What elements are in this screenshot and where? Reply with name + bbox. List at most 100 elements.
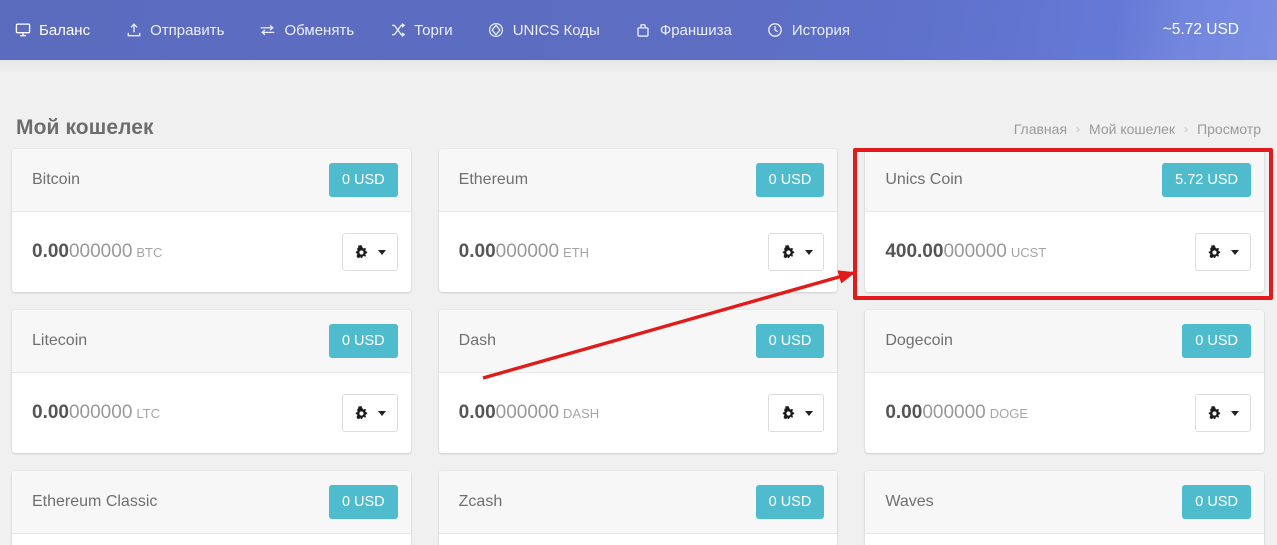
wallet-amount-fraction: 000000: [495, 402, 560, 423]
wallet-amount-whole: 0.00: [32, 241, 69, 262]
wallet-amount: 0.00000000 LTC: [32, 402, 160, 424]
wallet-coin-name: Ethereum: [458, 171, 529, 188]
wallet-ticker: LTC: [136, 406, 160, 421]
chevron-down-icon: [804, 249, 813, 255]
wallet-amount-fraction: 000000: [943, 241, 1007, 262]
wallet-card-zcash[interactable]: Zcash 0 USD 0.00000000ZEC: [438, 471, 838, 545]
wallet-usd-badge[interactable]: 0 USD: [755, 162, 825, 198]
wallet-coin-name: Unics Coin: [885, 171, 963, 188]
wallet-ticker: UCST: [1010, 245, 1047, 260]
breadcrumb-separator: ›: [1076, 122, 1081, 136]
wallet-amount: 400.00000000 UCST: [885, 241, 1046, 263]
nav-item-отправить[interactable]: Отправить: [115, 0, 249, 60]
cogs-icon: [1206, 244, 1224, 261]
upload-icon: [125, 22, 142, 39]
wallet-usd-badge[interactable]: 0 USD: [1182, 484, 1251, 520]
cogs-icon: [780, 244, 798, 261]
chevron-down-icon: [1231, 410, 1240, 416]
wallet-card-unics-coin[interactable]: Unics Coin 5.72 USD 400.00000000 UCST: [865, 149, 1264, 292]
wallet-card-body: 400.00000000 UCST: [865, 212, 1264, 292]
wallet-card-dogecoin[interactable]: Dogecoin 0 USD 0.00000000 DOGE: [865, 310, 1264, 453]
chevron-down-icon: [378, 249, 387, 255]
wallet-coin-name: Bitcoin: [32, 171, 81, 188]
wallet-card-header: Bitcoin 0 USD: [12, 149, 411, 212]
shuffle-icon: [389, 22, 406, 39]
wallet-card-body: 0.00000000 ETH: [439, 212, 838, 292]
wallet-card-body: 0.00000000WAVES: [865, 534, 1264, 545]
wallet-card-header: Unics Coin 5.72 USD: [865, 149, 1264, 212]
exchange-icon: [259, 22, 276, 39]
nav-item-обменять[interactable]: Обменять: [249, 0, 379, 60]
wallet-card-grid: Bitcoin 0 USD 0.00000000 BTC Ethereum 0 USD 0.…: [0, 140, 1277, 545]
nav-item-label: История: [791, 21, 850, 39]
wallet-settings-dropdown-button[interactable]: [768, 233, 825, 271]
wallet-usd-badge[interactable]: 0 USD: [1182, 323, 1251, 359]
nav-total-balance[interactable]: ~5.72 USD: [1118, 0, 1277, 60]
wallet-amount-whole: 0.00: [458, 241, 496, 262]
wallet-card-waves[interactable]: Waves 0 USD 0.00000000WAVES: [865, 471, 1264, 545]
page-content: Мой кошелек Главная › Мой кошелек › Просмотр…: [0, 60, 1277, 545]
top-navigation-bar: Баланс Отправить Обменять Торги UNICS Коды Фр…: [0, 0, 1277, 60]
wallet-amount: 0.00000000 DOGE: [885, 402, 1028, 424]
cogs-icon: [780, 405, 798, 422]
nav-item-label: Баланс: [39, 21, 91, 39]
breadcrumb-item-2: Просмотр: [1197, 121, 1261, 137]
wallet-usd-badge[interactable]: 0 USD: [328, 484, 398, 520]
wallet-card-header: Waves 0 USD: [865, 471, 1264, 534]
wallet-card-header: Litecoin 0 USD: [12, 310, 411, 373]
wallet-usd-badge[interactable]: 0 USD: [755, 323, 825, 359]
nav-item-unics-коды[interactable]: UNICS Коды: [478, 0, 625, 60]
nav-item-торги[interactable]: Торги: [379, 0, 478, 60]
wallet-card-body: 0.00000000 LTC: [12, 373, 411, 453]
wallet-card-bitcoin[interactable]: Bitcoin 0 USD 0.00000000 BTC: [12, 149, 411, 292]
briefcase-icon: [635, 22, 652, 39]
breadcrumb-item-1[interactable]: Мой кошелек: [1089, 121, 1175, 137]
cogs-icon: [353, 405, 371, 422]
wallet-usd-badge[interactable]: 0 USD: [328, 162, 398, 198]
nav-items-container: Баланс Отправить Обменять Торги UNICS Коды Фр…: [0, 0, 875, 60]
nav-item-баланс[interactable]: Баланс: [14, 0, 115, 60]
nav-item-label: Отправить: [150, 21, 225, 39]
wallet-coin-name: Ethereum Classic: [32, 493, 158, 510]
wallet-usd-badge[interactable]: 0 USD: [328, 323, 398, 359]
cogs-icon: [1206, 405, 1224, 422]
wallet-coin-name: Dash: [458, 332, 497, 349]
chevron-down-icon: [378, 410, 387, 416]
clock-icon: [767, 22, 784, 39]
wallet-amount: 0.00000000 DASH: [459, 402, 600, 424]
nav-item-франшиза[interactable]: Франшиза: [625, 0, 757, 60]
wallet-card-ethereum-classic[interactable]: Ethereum Classic 0 USD 0.00000000ETC: [12, 471, 411, 545]
wallet-amount-fraction: 000000: [68, 241, 133, 262]
wallet-ticker: DOGE: [989, 406, 1029, 421]
wallet-card-ethereum[interactable]: Ethereum 0 USD 0.00000000 ETH: [438, 149, 838, 292]
nav-item-история[interactable]: История: [757, 0, 875, 60]
wallet-card-litecoin[interactable]: Litecoin 0 USD 0.00000000 LTC: [12, 310, 411, 453]
wallet-card-dash[interactable]: Dash 0 USD 0.00000000 DASH: [438, 310, 838, 453]
wallet-settings-dropdown-button[interactable]: [1194, 233, 1251, 271]
wallet-card-header: Zcash 0 USD: [438, 471, 838, 534]
wallet-amount-whole: 0.00: [885, 402, 923, 423]
wallet-settings-dropdown-button[interactable]: [341, 394, 398, 432]
wallet-usd-badge[interactable]: 0 USD: [755, 484, 825, 520]
wallet-card-body: 0.00000000 DASH: [439, 373, 838, 453]
nav-item-label: Обменять: [284, 21, 355, 39]
wallet-amount-fraction: 000000: [922, 402, 986, 423]
wallet-card-header: Ethereum Classic 0 USD: [12, 471, 411, 534]
wallet-settings-dropdown-button[interactable]: [768, 394, 825, 432]
chevron-down-icon: [1231, 249, 1240, 255]
wallet-ticker: BTC: [136, 245, 163, 260]
wallet-usd-badge[interactable]: 5.72 USD: [1162, 162, 1251, 198]
wallet-amount-fraction: 000000: [68, 402, 133, 423]
wallet-coin-name: Waves: [885, 493, 934, 510]
desktop-icon: [14, 22, 31, 39]
wallet-ticker: DASH: [563, 406, 600, 421]
wallet-settings-dropdown-button[interactable]: [1194, 394, 1251, 432]
page-header: Мой кошелек Главная › Мой кошелек › Просмотр: [0, 60, 1277, 140]
wallet-amount-whole: 400.00: [885, 241, 944, 262]
breadcrumb: Главная › Мой кошелек › Просмотр: [1014, 121, 1263, 137]
wallet-card-body: 0.00000000 DOGE: [865, 373, 1264, 453]
wallet-settings-dropdown-button[interactable]: [341, 233, 398, 271]
wallet-ticker: ETH: [563, 245, 590, 260]
nav-item-label: Франшиза: [659, 21, 732, 39]
breadcrumb-item-0[interactable]: Главная: [1014, 121, 1067, 137]
